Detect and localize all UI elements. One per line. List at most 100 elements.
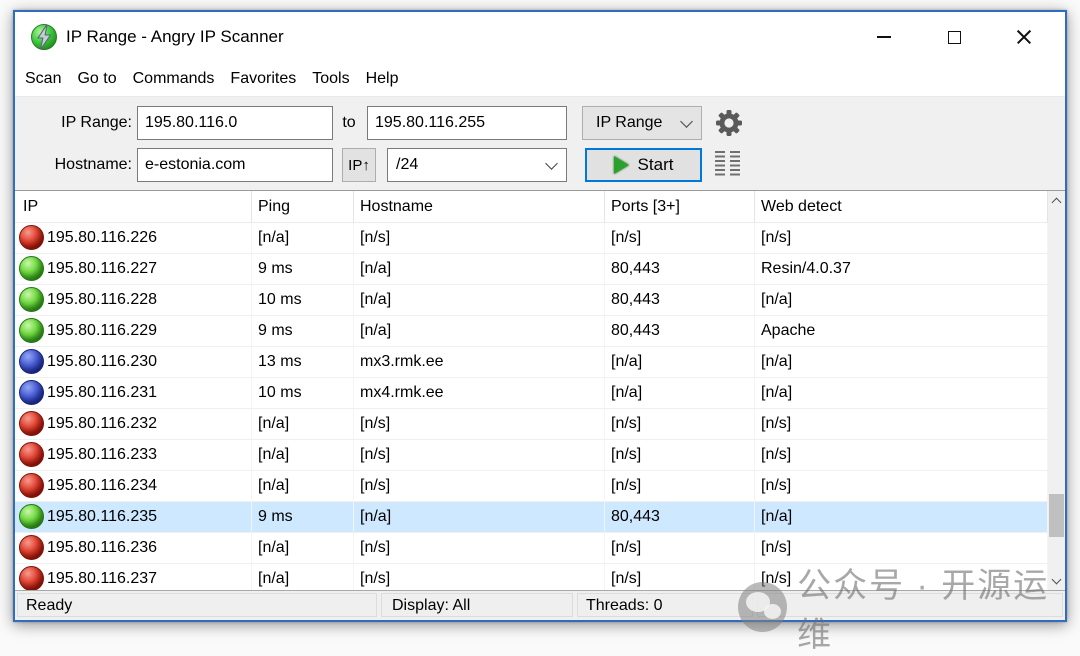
- column-header-host[interactable]: Hostname: [354, 191, 605, 223]
- start-button-label: Start: [638, 155, 674, 175]
- table-row[interactable]: 195.80.116.233 [n/a] [n/s] [n/s] [n/s]: [15, 440, 1048, 471]
- ports-cell: [n/s]: [605, 564, 755, 590]
- vertical-scrollbar[interactable]: [1048, 191, 1065, 590]
- column-header-ip[interactable]: IP: [15, 191, 252, 223]
- hostname-cell: [n/s]: [354, 223, 605, 253]
- preferences-gear-icon[interactable]: [715, 109, 743, 137]
- table-row[interactable]: 195.80.116.230 13 ms mx3.rmk.ee [n/a] [n…: [15, 347, 1048, 378]
- menu-item-go-to[interactable]: Go to: [69, 62, 124, 96]
- play-icon: [614, 156, 629, 174]
- web-detect-cell: Resin/4.0.37: [755, 254, 1048, 284]
- host-status-ball-icon: [19, 225, 44, 250]
- hostname-cell: mx3.rmk.ee: [354, 347, 605, 377]
- web-detect-cell: Apache: [755, 316, 1048, 346]
- netmask-select[interactable]: /24: [387, 148, 567, 182]
- ip-address: 195.80.116.229: [47, 316, 157, 346]
- scroll-down-button[interactable]: [1048, 573, 1065, 590]
- ports-cell: 80,443: [605, 254, 755, 284]
- web-detect-cell: [n/s]: [755, 409, 1048, 439]
- maximize-button[interactable]: [919, 12, 989, 62]
- scroll-up-button[interactable]: [1048, 192, 1065, 209]
- ip-cell: 195.80.116.231: [15, 378, 252, 408]
- ip-address: 195.80.116.235: [47, 502, 157, 532]
- web-detect-cell: [n/s]: [755, 471, 1048, 501]
- ping-cell: 13 ms: [252, 347, 354, 377]
- window-title: IP Range - Angry IP Scanner: [66, 27, 284, 47]
- feeder-select-value: IP Range: [583, 114, 682, 132]
- table-row[interactable]: 195.80.116.234 [n/a] [n/s] [n/s] [n/s]: [15, 471, 1048, 502]
- column-header-ports[interactable]: Ports [3+]: [605, 191, 755, 223]
- ip-from-input[interactable]: [137, 106, 333, 140]
- to-label: to: [335, 106, 363, 140]
- minimize-icon: [877, 36, 891, 38]
- ip-cell: 195.80.116.232: [15, 409, 252, 439]
- feeder-select[interactable]: IP Range: [582, 106, 702, 140]
- maximize-icon: [948, 31, 961, 44]
- table-row[interactable]: 195.80.116.237 [n/a] [n/s] [n/s] [n/s]: [15, 564, 1048, 590]
- table-row[interactable]: 195.80.116.228 10 ms [n/a] 80,443 [n/a]: [15, 285, 1048, 316]
- status-bar: Ready Display: All Threads: 0: [15, 590, 1065, 620]
- table-header: IPPingHostnamePorts [3+]Web detect: [15, 191, 1048, 223]
- ip-up-button[interactable]: IP↑: [342, 148, 376, 182]
- ping-cell: [n/a]: [252, 409, 354, 439]
- ip-address: 195.80.116.236: [47, 533, 157, 563]
- web-detect-cell: [n/a]: [755, 347, 1048, 377]
- ip-cell: 195.80.116.234: [15, 471, 252, 501]
- hostname-input[interactable]: [137, 148, 333, 182]
- window-controls: [849, 12, 1059, 62]
- close-button[interactable]: [989, 12, 1059, 62]
- table-row[interactable]: 195.80.116.231 10 ms mx4.rmk.ee [n/a] [n…: [15, 378, 1048, 409]
- chevron-down-icon: [680, 115, 693, 128]
- scrollbar-thumb[interactable]: [1049, 494, 1064, 537]
- column-header-web[interactable]: Web detect: [755, 191, 1048, 223]
- host-status-ball-icon: [19, 535, 44, 560]
- hostname-cell: [n/a]: [354, 316, 605, 346]
- host-status-ball-icon: [19, 566, 44, 590]
- status-ready: Ready: [17, 593, 377, 617]
- ip-address: 195.80.116.237: [47, 564, 157, 590]
- app-window: IP Range - Angry IP Scanner ScanGo toCom…: [13, 10, 1067, 622]
- ports-cell: [n/s]: [605, 533, 755, 563]
- menu-item-favorites[interactable]: Favorites: [222, 62, 304, 96]
- hostname-label: Hostname:: [15, 148, 132, 182]
- chevron-down-icon: [545, 157, 558, 170]
- ping-cell: [n/a]: [252, 471, 354, 501]
- menu-item-tools[interactable]: Tools: [304, 62, 357, 96]
- fetchers-columns-icon[interactable]: [715, 151, 741, 176]
- ping-cell: [n/a]: [252, 223, 354, 253]
- ip-to-input[interactable]: [367, 106, 567, 140]
- table-row[interactable]: 195.80.116.236 [n/a] [n/s] [n/s] [n/s]: [15, 533, 1048, 564]
- table-row[interactable]: 195.80.116.226 [n/a] [n/s] [n/s] [n/s]: [15, 223, 1048, 254]
- host-status-ball-icon: [19, 442, 44, 467]
- column-header-ping[interactable]: Ping: [252, 191, 354, 223]
- ping-cell: 9 ms: [252, 254, 354, 284]
- ip-range-label: IP Range:: [15, 106, 132, 140]
- table-row[interactable]: 195.80.116.235 9 ms [n/a] 80,443 [n/a]: [15, 502, 1048, 533]
- ports-cell: [n/a]: [605, 378, 755, 408]
- ping-cell: 9 ms: [252, 502, 354, 532]
- web-detect-cell: [n/a]: [755, 502, 1048, 532]
- menu-item-commands[interactable]: Commands: [125, 62, 223, 96]
- ip-address: 195.80.116.227: [47, 254, 157, 284]
- ports-cell: 80,443: [605, 285, 755, 315]
- table-row[interactable]: 195.80.116.232 [n/a] [n/s] [n/s] [n/s]: [15, 409, 1048, 440]
- host-status-ball-icon: [19, 318, 44, 343]
- ports-cell: 80,443: [605, 502, 755, 532]
- ip-cell: 195.80.116.230: [15, 347, 252, 377]
- close-icon: [1016, 29, 1032, 45]
- ping-cell: 10 ms: [252, 378, 354, 408]
- web-detect-cell: [n/s]: [755, 223, 1048, 253]
- menu-item-help[interactable]: Help: [358, 62, 407, 96]
- minimize-button[interactable]: [849, 12, 919, 62]
- table-row[interactable]: 195.80.116.229 9 ms [n/a] 80,443 Apache: [15, 316, 1048, 347]
- ip-address: 195.80.116.226: [47, 223, 157, 253]
- menu-item-scan[interactable]: Scan: [17, 62, 69, 96]
- chevron-up-icon: [1052, 198, 1062, 208]
- ip-cell: 195.80.116.236: [15, 533, 252, 563]
- ip-cell: 195.80.116.226: [15, 223, 252, 253]
- web-detect-cell: [n/s]: [755, 440, 1048, 470]
- hostname-cell: [n/s]: [354, 440, 605, 470]
- start-button[interactable]: Start: [585, 148, 702, 182]
- table-row[interactable]: 195.80.116.227 9 ms [n/a] 80,443 Resin/4…: [15, 254, 1048, 285]
- toolbar: IP Range: to IP Range Hostname: IP↑ /24: [15, 96, 1065, 190]
